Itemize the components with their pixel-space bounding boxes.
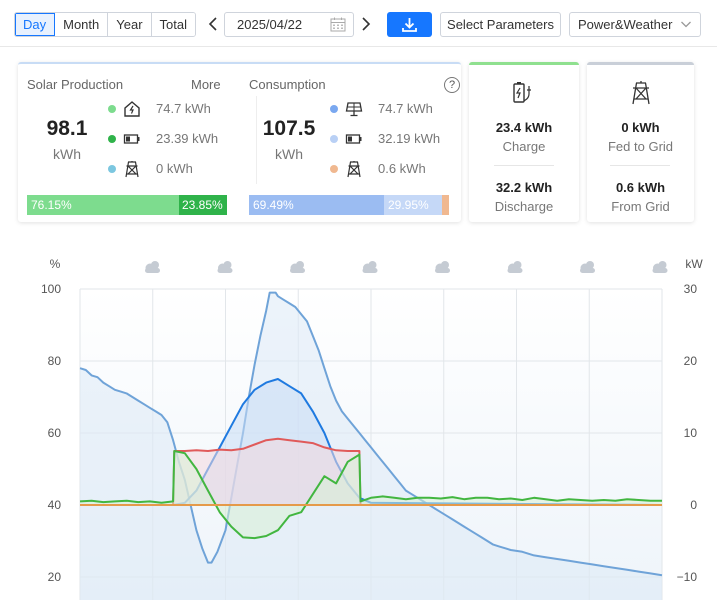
right-tick-label: 20 <box>684 354 698 368</box>
consumption-share-bar: 69.49% 29.95% <box>249 195 449 215</box>
grid-divider <box>610 165 670 166</box>
legend-dot <box>330 135 338 143</box>
period-selector: Day Month Year Total <box>14 12 197 37</box>
solar-share-battery: 23.85% <box>179 195 227 215</box>
cloudy-icon <box>507 261 523 273</box>
cloudy-icon <box>290 261 305 273</box>
consumption-share-solar: 69.49% <box>249 195 384 215</box>
tab-day[interactable]: Day <box>15 13 56 36</box>
from-grid-label: From Grid <box>611 199 670 214</box>
consumption-from-grid-value: 0.6 kWh <box>378 161 426 176</box>
more-link[interactable]: More <box>191 77 221 92</box>
view-select[interactable]: Power&Weather <box>569 12 701 37</box>
legend-dot <box>108 105 116 113</box>
date-value: 2025/04/22 <box>237 17 303 32</box>
battery-divider <box>494 165 554 166</box>
legend-dot <box>330 105 338 113</box>
left-tick-label: 20 <box>48 570 62 584</box>
solar-to-home-value: 74.7 kWh <box>156 101 211 116</box>
grid-card: 0 kWh Fed to Grid 0.6 kWh From Grid <box>587 62 694 222</box>
solar-to-battery-value: 23.39 kWh <box>156 131 219 146</box>
tab-month[interactable]: Month <box>55 13 109 36</box>
from-grid-value: 0.6 kWh <box>615 180 666 195</box>
fed-to-grid-value: 0 kWh <box>621 120 660 135</box>
chevron-down-icon <box>681 21 691 28</box>
grid-tower-icon <box>125 161 139 178</box>
fed-to-grid-label: Fed to Grid <box>607 139 674 154</box>
card-divider <box>256 96 257 184</box>
solar-to-grid-value: 0 kWh <box>156 161 193 176</box>
discharge-label: Discharge <box>494 199 554 214</box>
cloudy-icon <box>580 261 595 273</box>
download-icon <box>402 18 417 32</box>
cloudy-icon <box>362 261 378 273</box>
cloudy-icon <box>435 261 450 273</box>
home-icon <box>124 101 140 117</box>
cloudy-icon <box>145 261 160 273</box>
consumption-total-value: 107.5 <box>262 117 316 140</box>
solar-total-unit: kWh <box>53 146 81 162</box>
tab-total[interactable]: Total <box>151 13 196 36</box>
tab-year[interactable]: Year <box>108 13 152 36</box>
battery-icon <box>123 134 140 144</box>
battery-card: 23.4 kWh Charge 32.2 kWh Discharge <box>469 62 579 222</box>
chevron-right-icon <box>362 17 371 31</box>
date-picker[interactable]: 2025/04/22 <box>224 12 354 37</box>
consumption-title: Consumption <box>249 77 326 92</box>
right-tick-label: −10 <box>677 570 698 584</box>
toolbar-divider <box>0 46 717 47</box>
right-tick-label: 30 <box>684 282 698 296</box>
view-select-value: Power&Weather <box>578 17 673 32</box>
legend-dot <box>108 165 116 173</box>
next-date-button[interactable] <box>358 12 374 37</box>
download-button[interactable] <box>387 12 432 37</box>
cloudy-icon <box>652 261 668 273</box>
cloudy-icon <box>217 261 233 273</box>
left-axis-label: % <box>50 257 61 271</box>
solar-panel-icon <box>345 102 363 117</box>
consumption-share-grid <box>442 195 449 215</box>
chart-canvas: 100 30 80 20 60 10 40 0 20 −10% kW <box>41 257 703 600</box>
right-axis-label: kW <box>685 257 703 271</box>
battery-icon <box>345 134 362 144</box>
left-tick-label: 60 <box>48 426 62 440</box>
solar-share-home: 76.15% <box>27 195 179 215</box>
left-tick-label: 100 <box>41 282 61 296</box>
consumption-from-solar-value: 74.7 kWh <box>378 101 433 116</box>
calendar-icon <box>330 17 346 32</box>
chevron-left-icon <box>208 17 217 31</box>
grid-tower-icon <box>347 161 361 178</box>
previous-date-button[interactable] <box>205 12 221 37</box>
toolbar: Day Month Year Total 2025/04/22 Select P… <box>0 0 717 48</box>
charge-value: 23.4 kWh <box>495 120 553 135</box>
consumption-share-battery: 29.95% <box>384 195 442 215</box>
battery-charge-icon <box>513 82 531 103</box>
right-tick-label: 0 <box>690 498 697 512</box>
legend-dot <box>330 165 338 173</box>
energy-summary-card: Solar Production More 98.1 kWh 74.7 kWh … <box>18 62 461 222</box>
solar-production-title: Solar Production <box>27 77 124 92</box>
left-tick-label: 80 <box>48 354 62 368</box>
solar-total-value: 98.1 <box>46 117 88 140</box>
consumption-from-battery-value: 32.19 kWh <box>378 131 441 146</box>
select-parameters-button[interactable]: Select Parameters <box>440 12 561 37</box>
power-weather-chart: 100 30 80 20 60 10 40 0 20 −10% kW <box>0 240 717 600</box>
solar-share-bar: 76.15% 23.85% <box>27 195 227 215</box>
help-icon[interactable]: ? <box>444 77 460 93</box>
left-tick-label: 40 <box>48 498 62 512</box>
discharge-value: 32.2 kWh <box>495 180 553 195</box>
legend-dot <box>108 135 116 143</box>
right-tick-label: 10 <box>684 426 698 440</box>
consumption-total-unit: kWh <box>275 146 303 162</box>
grid-tower-icon <box>632 81 650 105</box>
charge-label: Charge <box>502 139 546 154</box>
